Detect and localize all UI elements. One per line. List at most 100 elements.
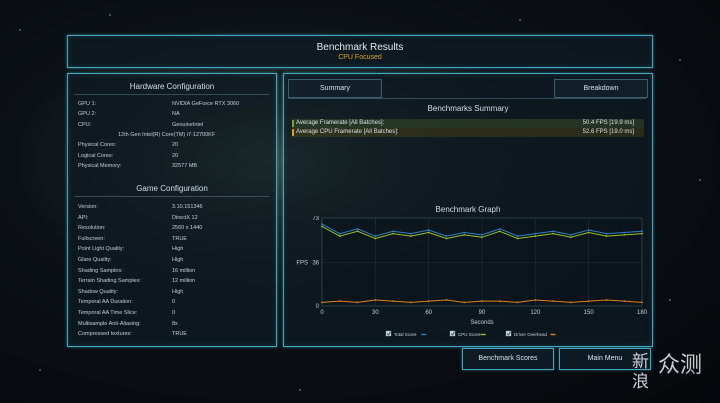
data-point [321,225,323,228]
hw-value: NA [172,111,180,118]
gc-key: Multisample Anti-Aliasing: [78,320,141,327]
page-title: Benchmark Results [316,42,404,53]
data-point [605,299,608,301]
gc-value: 2560 x 1440 [172,225,203,232]
data-point [641,232,643,235]
page-subtitle: CPU Focused [338,54,382,61]
gc-value: High [172,246,184,253]
data-point [481,300,483,303]
data-point [338,300,341,303]
data-point [392,300,395,303]
x-tick-label: 150 [584,310,595,316]
data-point [498,300,501,303]
tab-breakdown[interactable]: Breakdown [554,79,648,98]
hw-value: 12th Gen Intel(R) Core(TM) i7-12700KF [118,131,216,138]
data-point [463,231,466,234]
legend-label: CPU Score [458,332,481,337]
data-point [338,232,341,235]
data-point [427,300,430,303]
hw-key: Physical Cores: [78,142,117,149]
data-point [641,230,643,233]
hardware-config-title: Hardware Configuration [129,82,215,91]
data-point [587,300,590,303]
y-axis-label: FPS [296,261,308,267]
hw-key: Logical Cores: [78,152,114,159]
hw-value: 32577 MB [172,162,198,169]
hw-key: GPU 1: [78,101,97,107]
data-point [605,235,608,237]
data-point [569,233,572,236]
data-point [338,235,341,237]
data-point [498,227,501,230]
gc-key: Terrain Shading Samples: [78,278,141,285]
x-tick-label: 0 [320,310,324,316]
gc-value: TRUE [172,331,187,338]
sina-watermark-logo: 新 浪 众测 [632,352,703,392]
data-point [623,233,626,236]
game-config-title: Game Configuration [136,184,208,193]
data-point [356,301,359,304]
data-point [463,301,466,304]
gc-value: DirectX 12 [172,214,198,221]
results-panel: Summary Breakdown Benchmarks Summary Ave… [283,73,653,347]
data-point [427,231,430,234]
legend-label: Driver Overhead [514,332,548,337]
gc-key: Version: [78,204,98,210]
hw-key: GPU 2: [78,111,97,118]
gc-key: Compressed textures: [78,331,132,338]
results-header: Benchmark Results CPU Focused [67,35,653,68]
data-point [534,235,537,237]
tab-summary[interactable]: Summary [288,79,382,98]
data-point [445,299,448,301]
legend-label: Total Score [394,332,417,337]
data-point [552,230,555,233]
x-axis-label: Seconds [470,320,493,326]
average-cpu-framerate-row: Average CPU Framerate [All Batches]: 52.… [292,128,644,137]
x-tick-label: 30 [372,310,379,316]
benchmark-graph: 0 30 60 90 120 150 180 0 36 73 FPS Seconds Total S… [296,216,647,337]
average-framerate-value: 50.4 FPS [19.9 ms] [582,120,634,126]
gc-value: 12 million [172,278,196,285]
divider [74,94,270,95]
data-point [445,235,448,237]
data-point [409,235,412,237]
gc-key: Temporal AA Duration: [78,299,133,306]
gc-value: 16 million [172,267,196,274]
average-cpu-framerate-value: 52.6 FPS [19.0 ms] [582,129,634,135]
data-point [623,300,626,303]
data-point [516,301,519,304]
legend-item[interactable]: Driver Overhead [505,330,556,337]
gc-key: Glare Quality: [78,257,112,263]
data-point [374,299,377,301]
hw-value: 20 [172,152,179,159]
legend-item[interactable]: Total Score [385,330,427,337]
data-point [623,231,626,234]
average-framerate-row: Average Framerate [All Batches]: 50.4 FP… [292,119,644,128]
data-point [534,232,537,235]
framerate-swatch [292,120,294,127]
data-point [356,230,359,233]
gc-key: Temporal AA Time Slice: [78,310,138,316]
legend-item[interactable]: CPU Score [449,330,486,337]
hw-value: NVIDIA GeForce RTX 3060 [172,101,240,107]
data-point [587,229,590,231]
benchmarks-summary-title: Benchmarks Summary [427,104,509,113]
benchmark-scores-button[interactable]: Benchmark Scores [462,348,554,370]
gc-key: Shadow Quality: [78,288,119,295]
data-point [392,230,395,233]
data-point [392,232,395,235]
data-point [552,300,555,303]
data-point [427,229,430,231]
hw-value: 20 [172,142,179,149]
average-cpu-framerate-label: Average CPU Framerate [All Batches]: [296,129,399,135]
gc-key: API: [78,214,89,221]
data-point [374,237,377,240]
gc-key: Point Light Quality: [78,246,125,253]
gc-value: High [172,288,184,295]
gc-value: 8x [172,320,178,327]
y-tick-label: 0 [316,304,320,310]
divider [288,98,646,99]
data-point [569,236,572,239]
configuration-panel: Hardware Configuration GPU 1: NVIDIA GeFo… [67,73,277,347]
x-tick-label: 90 [479,310,486,316]
